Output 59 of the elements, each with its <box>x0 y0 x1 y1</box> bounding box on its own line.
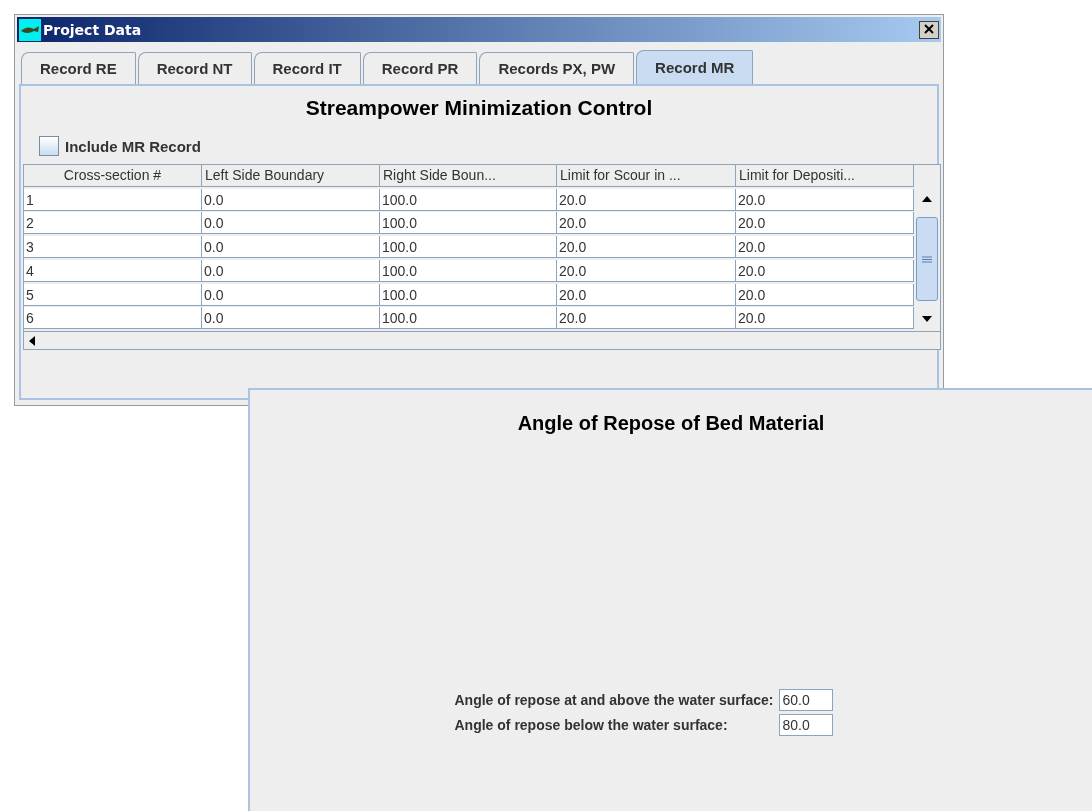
tab[interactable]: Record IT <box>253 52 361 84</box>
section-heading: Streampower Minimization Control <box>304 96 654 120</box>
input-field[interactable]: 80.0 <box>779 714 834 736</box>
column-header[interactable]: Cross-section # <box>24 165 202 187</box>
table-cell: 20.0 <box>736 283 914 306</box>
field-label: Angle of repose at and above the water surface: <box>454 692 774 708</box>
table-cell: 20.0 <box>736 307 914 330</box>
panel-title: Angle of Repose of Bed Material <box>517 412 825 435</box>
tab[interactable]: Record NT <box>137 52 252 84</box>
table-cell: 20.0 <box>736 188 914 211</box>
input-field[interactable]: 60.0 <box>779 689 834 711</box>
tab[interactable]: Record PR <box>362 52 478 84</box>
close-icon <box>924 23 934 34</box>
table-cell: 100.0 <box>380 188 557 211</box>
horizontal-scrollbar[interactable] <box>24 331 940 349</box>
table-cell: 0.0 <box>202 212 380 235</box>
tab[interactable]: Record MR <box>636 50 754 84</box>
table-cell: 5 <box>24 283 202 306</box>
vertical-scrollbar[interactable] <box>914 165 940 331</box>
table-cell: 3 <box>24 236 202 259</box>
table-cell: 100.0 <box>380 212 557 235</box>
checkbox-label: Include MR Record <box>65 137 201 155</box>
field-label: Angle of repose below the water surface: <box>454 717 729 733</box>
table-cell: 1 <box>24 188 202 211</box>
window-title: Project Data <box>43 21 143 38</box>
table-cell: 0.0 <box>202 259 380 282</box>
table-cell: 0.0 <box>202 236 380 259</box>
column-header[interactable]: Limit for Scour in ... <box>557 165 736 187</box>
fish-icon <box>19 18 41 41</box>
down-arrow-icon[interactable] <box>921 315 933 323</box>
column-header[interactable]: Limit for Depositi... <box>736 165 914 187</box>
table-cell: 20.0 <box>557 283 736 306</box>
table-cell: 20.0 <box>736 259 914 282</box>
table-cell: 4 <box>24 259 202 282</box>
checkbox[interactable] <box>39 136 59 156</box>
close-button[interactable] <box>919 20 939 39</box>
table-cell: 0.0 <box>202 188 380 211</box>
column-header[interactable]: Left Side Boundary <box>202 165 380 187</box>
tab[interactable]: Record RE <box>21 52 136 84</box>
table-cell: 100.0 <box>380 259 557 282</box>
table-cell: 6 <box>24 307 202 330</box>
table-cell: 20.0 <box>557 307 736 330</box>
table-cell: 20.0 <box>557 259 736 282</box>
table-cell: 20.0 <box>736 236 914 259</box>
up-arrow-icon[interactable] <box>921 195 933 203</box>
table-cell: 20.0 <box>736 212 914 235</box>
table-cell: 2 <box>24 212 202 235</box>
table-cell: 0.0 <box>202 283 380 306</box>
column-header[interactable]: Right Side Boun... <box>380 165 557 187</box>
grip-icon <box>922 255 932 263</box>
table-cell: 20.0 <box>557 188 736 211</box>
table-cell: 0.0 <box>202 307 380 330</box>
left-arrow-icon[interactable] <box>28 334 36 347</box>
table-cell: 20.0 <box>557 236 736 259</box>
table-cell: 100.0 <box>380 283 557 306</box>
table-cell: 100.0 <box>380 236 557 259</box>
table-cell: 20.0 <box>557 212 736 235</box>
tab[interactable]: Records PX, PW <box>479 52 635 84</box>
table-cell: 100.0 <box>380 307 557 330</box>
